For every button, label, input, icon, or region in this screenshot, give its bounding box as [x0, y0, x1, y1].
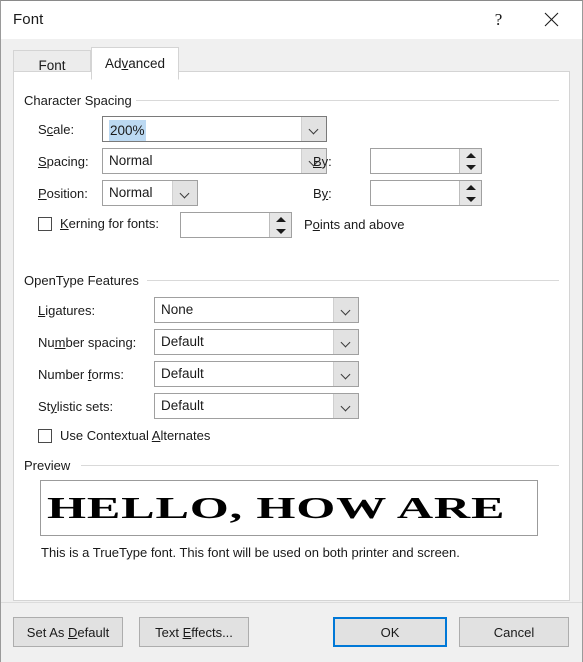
ok-button[interactable]: OK [333, 617, 447, 647]
spacing-combobox[interactable]: Normal [102, 148, 327, 174]
close-icon [529, 1, 574, 38]
set-as-default-label: Set As Default [26, 624, 110, 640]
spin-down-icon[interactable] [270, 225, 291, 237]
tab-advanced[interactable]: Advanced [91, 47, 179, 80]
chevron-down-icon[interactable] [172, 181, 197, 205]
font-preview-note: This is a TrueType font. This font will … [41, 545, 460, 560]
spacing-by-label: By: [313, 154, 332, 169]
kerning-checkbox[interactable] [38, 216, 52, 231]
dialog-title: Font [13, 11, 44, 28]
chevron-down-icon[interactable] [333, 394, 358, 418]
spin-down-icon[interactable] [460, 161, 481, 173]
character-spacing-group-label: Character Spacing [24, 93, 137, 108]
preview-group-label: Preview [24, 458, 76, 473]
scale-combobox[interactable]: 200% [102, 116, 327, 142]
position-combobox[interactable]: Normal [102, 180, 198, 206]
advanced-tab-panel: Character Spacing Scale: 200% Spacing: N… [13, 71, 570, 601]
font-dialog: Font ? Font Advanced Character Spacing S… [0, 0, 583, 662]
chevron-down-icon[interactable] [333, 362, 358, 386]
font-preview-text: HELLO, HOW ARE [47, 490, 506, 525]
contextual-alternates-row[interactable]: Use Contextual Alternates [38, 428, 210, 443]
ligatures-value: None [161, 302, 194, 317]
text-effects-button[interactable]: Text Effects... [139, 617, 249, 647]
chevron-down-icon[interactable] [333, 298, 358, 322]
spacing-label: Spacing: [38, 154, 89, 169]
chevron-down-icon[interactable] [301, 117, 326, 141]
dialog-footer: Set As Default Text Effects... OK Cancel [1, 602, 582, 662]
font-preview-box: HELLO, HOW ARE [40, 480, 538, 536]
spacing-by-spin-buttons [459, 149, 481, 173]
number-forms-combobox[interactable]: Default [154, 361, 359, 387]
number-spacing-label: Number spacing: [38, 335, 137, 350]
ok-label: OK [380, 624, 400, 640]
contextual-alternates-checkbox[interactable] [38, 428, 52, 443]
ligatures-combobox[interactable]: None [154, 297, 359, 323]
number-forms-value: Default [161, 366, 204, 381]
opentype-group-rule [147, 280, 559, 281]
spin-down-icon[interactable] [460, 193, 481, 205]
set-as-default-button[interactable]: Set As Default [13, 617, 123, 647]
spacing-by-spinner[interactable] [370, 148, 482, 174]
ligatures-label: Ligatures: [38, 303, 96, 318]
scale-label: Scale: [38, 122, 75, 137]
tab-advanced-label: Advanced [104, 56, 166, 71]
position-label: Position: [38, 186, 88, 201]
number-spacing-combobox[interactable]: Default [154, 329, 359, 355]
scale-value: 200% [109, 120, 146, 141]
opentype-group-label: OpenType Features [24, 273, 144, 288]
cancel-button[interactable]: Cancel [459, 617, 569, 647]
help-button[interactable]: ? [476, 1, 521, 38]
cancel-label: Cancel [493, 624, 535, 640]
kerning-suffix-label: Points and above [304, 217, 405, 232]
stylistic-sets-label: Stylistic sets: [38, 399, 114, 414]
position-by-spinner[interactable] [370, 180, 482, 206]
position-by-label: By: [313, 186, 332, 201]
text-effects-label: Text Effects... [155, 624, 233, 640]
kerning-spin-buttons [269, 213, 291, 237]
number-spacing-value: Default [161, 334, 204, 349]
spacing-value: Normal [109, 153, 153, 168]
stylistic-sets-combobox[interactable]: Default [154, 393, 359, 419]
stylistic-sets-value: Default [161, 398, 204, 413]
character-spacing-group-rule [136, 100, 559, 101]
number-forms-label: Number forms: [38, 367, 124, 382]
close-button[interactable] [529, 1, 574, 38]
title-bar: Font ? [1, 1, 582, 40]
kerning-checkbox-row[interactable]: Kerning for fonts: [38, 216, 159, 231]
position-value: Normal [109, 185, 153, 200]
position-by-spin-buttons [459, 181, 481, 205]
kerning-label: Kerning for fonts: [60, 216, 159, 231]
kerning-size-spinner[interactable] [180, 212, 292, 238]
question-mark-icon: ? [494, 10, 503, 29]
contextual-alternates-label: Use Contextual Alternates [60, 428, 211, 443]
chevron-down-icon[interactable] [333, 330, 358, 354]
preview-group-rule [81, 465, 559, 466]
